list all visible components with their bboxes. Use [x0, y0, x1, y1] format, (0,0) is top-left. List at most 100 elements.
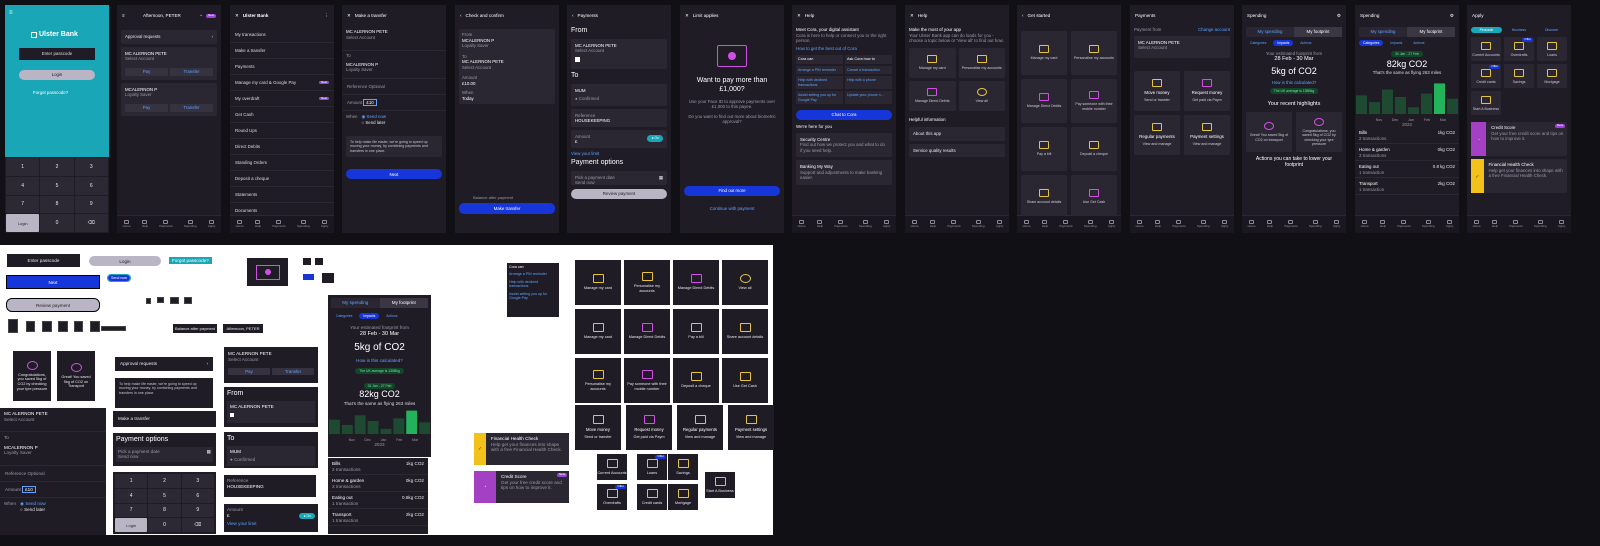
category-row[interactable]: Transport 1 transaction 2kg CO2	[328, 509, 428, 526]
send-later-radio[interactable]: ○ Send later	[361, 120, 386, 126]
help-tile[interactable]: Personalise my accounts	[958, 47, 1005, 78]
sheet-tile[interactable]: Manage my card	[575, 260, 621, 305]
close-icon[interactable]: ✕	[910, 13, 914, 19]
view-limit-link[interactable]: View your limit	[227, 521, 315, 527]
chart-bar[interactable]	[406, 410, 418, 435]
menu-item[interactable]: Statements	[230, 187, 334, 203]
nav-item-spending[interactable]: Spending	[859, 220, 872, 229]
month-tick[interactable]: Dec	[364, 438, 371, 442]
back-icon[interactable]: ‹	[460, 13, 462, 19]
transfer-button[interactable]: Transfer	[272, 368, 314, 376]
keypad-key[interactable]: 4	[115, 488, 148, 503]
find-out-more-button[interactable]: Find out more	[684, 186, 780, 196]
menu-icon[interactable]: ≡	[9, 10, 13, 18]
menu-item[interactable]: Round Ups	[230, 123, 334, 139]
to-account[interactable]: To MCALERNON P Loyalty Saver	[342, 51, 446, 79]
apply-tile[interactable]: Savings	[1504, 64, 1534, 89]
nav-item-spending[interactable]: Spending	[972, 220, 985, 229]
nav-item-payments[interactable]: Payments	[1397, 220, 1411, 229]
nav-item-home[interactable]: Home	[123, 220, 131, 229]
how-calculated-link[interactable]: How is this calculated?	[1242, 80, 1346, 86]
category-row[interactable]: Eating out 1 transaction 0.8 kg CO2	[1355, 161, 1459, 179]
account-card-1[interactable]: MC ALERNON PETE Select Account Pay Trans…	[121, 46, 217, 80]
apply-tile[interactable]: Mortgage	[668, 484, 698, 510]
apply-tile[interactable]: Current Accounts	[1471, 37, 1501, 62]
nav-item-payments[interactable]: Payments	[159, 220, 173, 229]
close-icon[interactable]: ✕	[347, 13, 351, 19]
keypad-key[interactable]: 1	[115, 474, 148, 488]
banking-my-way-card[interactable]: Banking My Way Support and adjustments to…	[796, 160, 892, 185]
passcode-input[interactable]: Enter passcode	[7, 254, 80, 267]
close-icon[interactable]: ✕	[235, 13, 239, 19]
payment-tile[interactable]: Payment settings View and manage	[1184, 114, 1230, 155]
chart-bar[interactable]	[1434, 83, 1445, 114]
send-now-chip[interactable]: Send now	[107, 274, 131, 282]
next-button[interactable]: Next	[346, 169, 442, 180]
nav-item-apply[interactable]: Apply	[1446, 220, 1453, 229]
passcode-input[interactable]: Enter passcode	[19, 48, 95, 60]
nav-item-home[interactable]: Home	[1023, 220, 1031, 229]
cora-chip[interactable]: Help with declined transactions	[509, 280, 557, 289]
cora-chip[interactable]: Assist setting you up for Google Pay	[509, 292, 557, 301]
filter-chip[interactable]: Impacts	[1386, 40, 1406, 46]
toggle-switch[interactable]: ● On	[647, 135, 663, 142]
about-app-row[interactable]: About this app	[909, 127, 1005, 141]
make-transfer-row[interactable]: Make a transfer	[113, 411, 216, 427]
apply-tab[interactable]: Discover	[1536, 27, 1567, 33]
apply-tile[interactable]: Current Accounts	[597, 454, 627, 480]
reference-field[interactable]: Reference HOUSEKEEPING	[571, 108, 667, 127]
transfer-button[interactable]: Transfer	[170, 103, 213, 112]
highlight-tyre[interactable]: Congratulations, you saved 5kg of CO2 by…	[1296, 112, 1342, 152]
chart-bar[interactable]	[341, 425, 353, 435]
chart-bar[interactable]	[1408, 106, 1419, 114]
financial-health-card[interactable]: ✓ Financial Health Check Help get your fi…	[1471, 159, 1567, 194]
keypad-key[interactable]: 5	[40, 176, 74, 195]
settings-icon[interactable]: ⚙	[1337, 13, 1341, 19]
forgot-passcode-link[interactable]: Forgot passcode?	[169, 257, 212, 264]
reference-input[interactable]: Optional	[369, 84, 385, 90]
keypad-key[interactable]: 6	[74, 176, 108, 195]
apply-tile[interactable]: Credit cards Offer	[1471, 64, 1501, 89]
nav-item-apply[interactable]: Apply	[1558, 220, 1565, 229]
cora-chip[interactable]: Help with declined transactions	[796, 76, 843, 90]
get-started-tile[interactable]: Manage Direct Debits	[1021, 79, 1067, 123]
chart-bar[interactable]	[1447, 98, 1458, 114]
cora-chip[interactable]: Cancel a transaction	[845, 65, 892, 75]
sheet-tile[interactable]: Use Get Cash	[722, 358, 768, 403]
chart-bar[interactable]	[1369, 101, 1380, 114]
category-row[interactable]: Eating out 1 transaction 0.8kg CO2	[328, 492, 428, 509]
filter-chip[interactable]: Categories	[332, 313, 356, 319]
pay-button[interactable]: Pay	[125, 67, 168, 76]
month-tick[interactable]: Feb	[396, 438, 402, 442]
apply-tile[interactable]: Start A Business	[1471, 91, 1501, 116]
nav-item-apply[interactable]: Apply	[208, 220, 215, 229]
cora-chip[interactable]: Assist setting you up for Google Pay	[796, 91, 843, 105]
chart-bar[interactable]	[380, 429, 392, 435]
filter-chip[interactable]: Impacts	[1273, 39, 1294, 46]
review-payment-button[interactable]: Review payment	[6, 298, 100, 312]
menu-item[interactable]: Payments	[230, 59, 334, 75]
sheet-tile[interactable]: Personalise my accounts	[624, 260, 670, 305]
menu-item[interactable]: Deposit a cheque	[230, 171, 334, 187]
nav-item-apply[interactable]: Apply	[1333, 220, 1340, 229]
nav-item-spending[interactable]: Spending	[1422, 220, 1435, 229]
amount-field[interactable]: Amount £ ● On	[571, 129, 667, 148]
payment-tile[interactable]: Request money Get paid via Paym	[626, 405, 672, 450]
nav-item-spending[interactable]: Spending	[1197, 220, 1210, 229]
settings-icon[interactable]: ⚙	[1450, 13, 1454, 19]
cora-chip[interactable]: Arrange a PIN reminder	[509, 272, 557, 276]
nav-item-payments[interactable]: Payments	[947, 220, 961, 229]
nav-item-payments[interactable]: Payments	[272, 220, 286, 229]
keypad-key[interactable]: 2	[40, 158, 74, 176]
nav-item-help[interactable]: Help	[1155, 220, 1161, 229]
backspace-key[interactable]: ⌫	[181, 518, 214, 532]
filter-chip[interactable]: Impacts	[359, 312, 380, 319]
financial-health-card[interactable]: ✓ Financial Health Check Help get your fin…	[474, 433, 569, 465]
forgot-passcode-link[interactable]: Forgot passcode?	[33, 90, 68, 96]
keypad-key[interactable]: 3	[74, 158, 108, 176]
category-row[interactable]: Bills 2 transactions 1kg CO2	[328, 458, 428, 475]
get-started-tile[interactable]: Share account details	[1021, 175, 1067, 219]
back-icon[interactable]: ‹	[1022, 13, 1024, 19]
payment-tile[interactable]: Regular payments View and manage	[1134, 114, 1180, 155]
keypad-key[interactable]: 9	[74, 195, 108, 214]
